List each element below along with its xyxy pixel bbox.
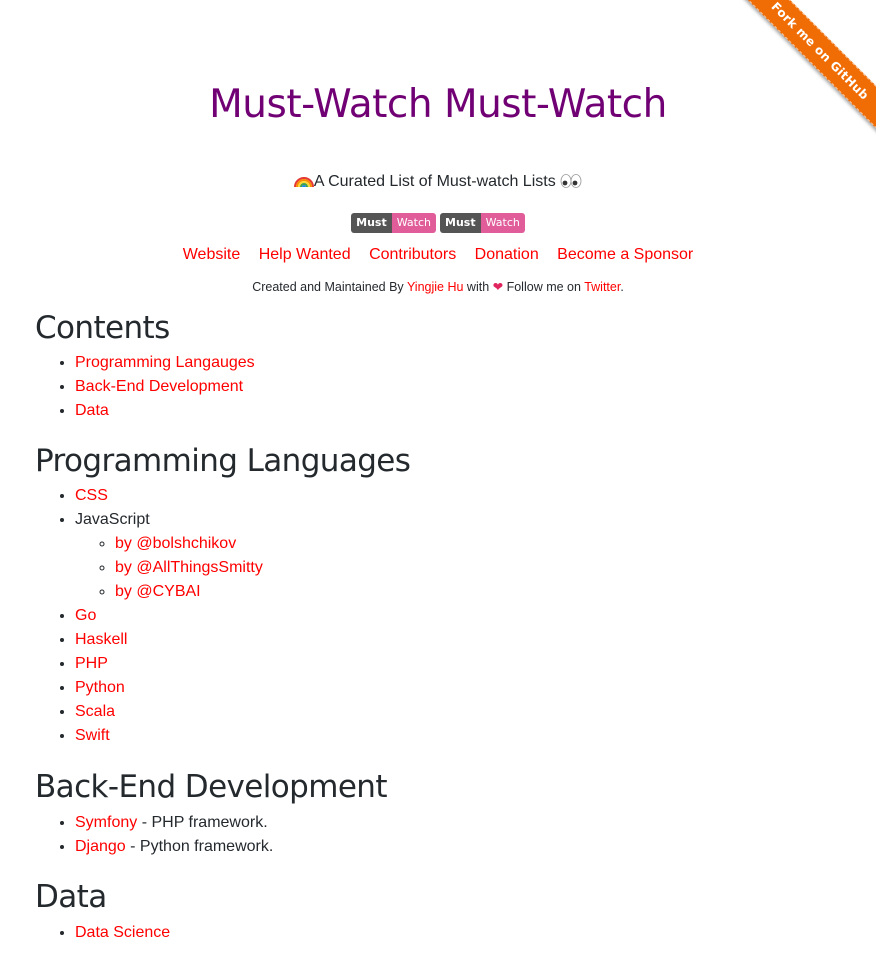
credit-suffix: . bbox=[620, 280, 624, 294]
backend-heading: Back-End Development bbox=[35, 769, 388, 805]
javascript-sublist: by @bolshchikov by @AllThingsSmitty by @… bbox=[75, 532, 855, 604]
fork-me-on-github-ribbon[interactable]: Fork me on GitHub bbox=[738, 0, 876, 133]
list-item: Scala bbox=[75, 700, 855, 724]
allthingssmitty-link[interactable]: by @AllThingsSmitty bbox=[115, 559, 263, 576]
go-link[interactable]: Go bbox=[75, 607, 96, 624]
main-content: Contents Programming Langauges Back-End … bbox=[35, 310, 855, 945]
django-description: - Python framework. bbox=[125, 838, 274, 855]
credit-follow: Follow me on bbox=[503, 280, 585, 294]
contents-section: Contents Programming Langauges Back-End … bbox=[35, 310, 855, 423]
author-link[interactable]: Yingjie Hu bbox=[407, 280, 464, 294]
cybai-link[interactable]: by @CYBAI bbox=[115, 583, 201, 600]
badges-row: Must Watch Must Watch bbox=[0, 213, 876, 233]
become-a-sponsor-link[interactable]: Become a Sponsor bbox=[557, 246, 693, 263]
list-item: Swift bbox=[75, 724, 855, 748]
django-link[interactable]: Django bbox=[75, 838, 126, 855]
list-item: Data Science bbox=[75, 921, 855, 945]
credit-line: Created and Maintained By Yingjie Hu wit… bbox=[0, 279, 876, 295]
credit-middle: with bbox=[463, 280, 493, 294]
list-item: Back-End Development bbox=[75, 375, 855, 399]
eyes-icon bbox=[560, 174, 582, 188]
data-list: Data Science bbox=[35, 921, 855, 945]
programming-section: Programming Languages CSS JavaScript by … bbox=[35, 443, 855, 748]
haskell-link[interactable]: Haskell bbox=[75, 631, 127, 648]
badge-right-label: Watch bbox=[391, 213, 436, 233]
header-links: Website Help Wanted Contributors Donatio… bbox=[0, 245, 876, 265]
badge-left-label: Must bbox=[440, 213, 481, 233]
bolshchikov-link[interactable]: by @bolshchikov bbox=[115, 535, 236, 552]
list-item: Symfony - PHP framework. bbox=[75, 811, 855, 835]
list-item: by @AllThingsSmitty bbox=[115, 556, 855, 580]
backend-list: Symfony - PHP framework. Django - Python… bbox=[35, 811, 855, 859]
heart-icon: ❤ bbox=[492, 280, 504, 294]
python-link[interactable]: Python bbox=[75, 679, 125, 696]
must-watch-badge[interactable]: Must Watch bbox=[351, 213, 436, 233]
list-item: Django - Python framework. bbox=[75, 835, 855, 859]
data-heading: Data bbox=[35, 879, 107, 915]
php-link[interactable]: PHP bbox=[75, 655, 108, 672]
contents-heading: Contents bbox=[35, 310, 170, 346]
tagline: A Curated List of Must-watch Lists bbox=[0, 172, 876, 192]
fork-ribbon-container: Fork me on GitHub bbox=[736, 0, 876, 140]
list-item: Go bbox=[75, 604, 855, 628]
tagline-text: A Curated List of Must-watch Lists bbox=[313, 173, 556, 190]
javascript-label: JavaScript bbox=[75, 511, 150, 528]
programming-heading: Programming Languages bbox=[35, 443, 411, 479]
rainbow-icon bbox=[293, 175, 314, 187]
contents-list: Programming Langauges Back-End Developme… bbox=[35, 351, 855, 423]
symfony-link[interactable]: Symfony bbox=[75, 814, 137, 831]
swift-link[interactable]: Swift bbox=[75, 727, 110, 744]
symfony-description: - PHP framework. bbox=[137, 814, 268, 831]
toc-backend-link[interactable]: Back-End Development bbox=[75, 378, 243, 395]
backend-section: Back-End Development Symfony - PHP frame… bbox=[35, 769, 855, 859]
css-link[interactable]: CSS bbox=[75, 487, 108, 504]
data-section: Data Data Science bbox=[35, 879, 855, 945]
list-item: Programming Langauges bbox=[75, 351, 855, 375]
toc-data-link[interactable]: Data bbox=[75, 402, 109, 419]
twitter-link[interactable]: Twitter bbox=[584, 280, 620, 294]
list-item: JavaScript by @bolshchikov by @AllThings… bbox=[75, 508, 855, 604]
list-item: CSS bbox=[75, 484, 855, 508]
list-item: by @CYBAI bbox=[115, 580, 855, 604]
must-watch-badge[interactable]: Must Watch bbox=[440, 213, 525, 233]
list-item: PHP bbox=[75, 652, 855, 676]
badge-left-label: Must bbox=[351, 213, 392, 233]
credit-prefix: Created and Maintained By bbox=[252, 280, 407, 294]
toc-programming-link[interactable]: Programming Langauges bbox=[75, 354, 255, 371]
programming-list: CSS JavaScript by @bolshchikov by @AllTh… bbox=[35, 484, 855, 748]
list-item: Python bbox=[75, 676, 855, 700]
website-link[interactable]: Website bbox=[183, 246, 241, 263]
data-science-link[interactable]: Data Science bbox=[75, 924, 170, 941]
list-item: Haskell bbox=[75, 628, 855, 652]
donation-link[interactable]: Donation bbox=[475, 246, 539, 263]
scala-link[interactable]: Scala bbox=[75, 703, 115, 720]
list-item: by @bolshchikov bbox=[115, 532, 855, 556]
help-wanted-link[interactable]: Help Wanted bbox=[259, 246, 351, 263]
list-item: Data bbox=[75, 399, 855, 423]
contributors-link[interactable]: Contributors bbox=[369, 246, 456, 263]
badge-right-label: Watch bbox=[480, 213, 525, 233]
